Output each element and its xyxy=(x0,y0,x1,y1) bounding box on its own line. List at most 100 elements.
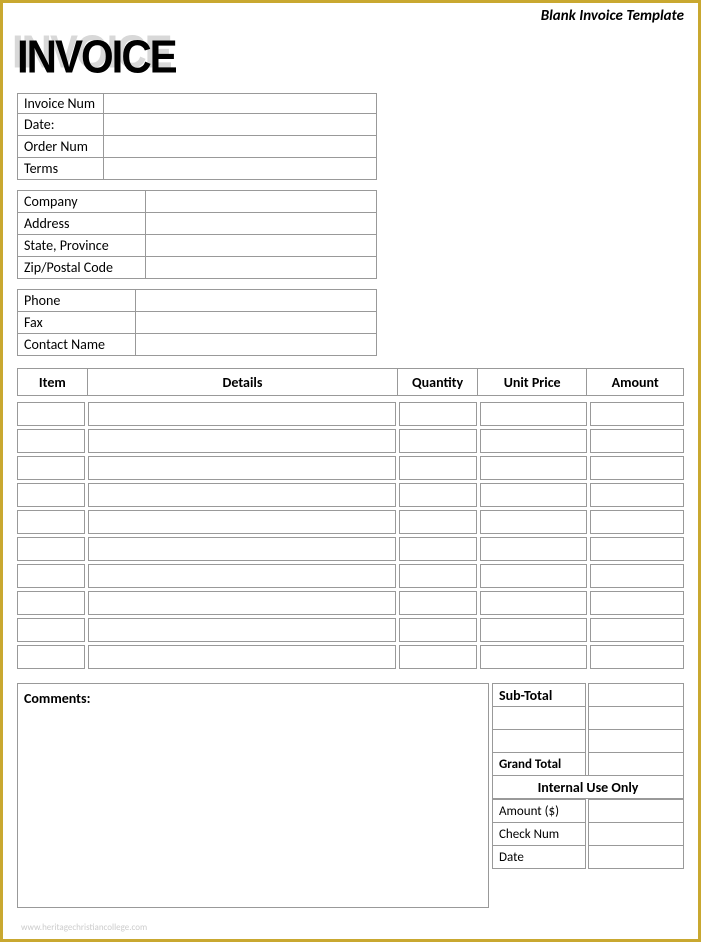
internal-check-label: Check Num xyxy=(492,822,586,846)
template-name-label: Blank Invoice Template xyxy=(541,7,684,25)
cell-unit[interactable] xyxy=(480,429,588,453)
internal-date-field[interactable] xyxy=(588,845,684,869)
cell-qty[interactable] xyxy=(399,645,477,669)
subtotal-field[interactable] xyxy=(588,683,684,707)
cell-details[interactable] xyxy=(88,564,397,588)
internal-check-field[interactable] xyxy=(588,822,684,846)
item-row xyxy=(17,510,684,534)
cell-qty[interactable] xyxy=(399,618,477,642)
cell-unit[interactable] xyxy=(480,537,588,561)
order-num-field[interactable] xyxy=(104,136,376,157)
cell-amount[interactable] xyxy=(590,591,684,615)
state-row: State, Province xyxy=(17,235,377,257)
cell-details[interactable] xyxy=(88,510,397,534)
cell-unit[interactable] xyxy=(480,510,588,534)
header-quantity: Quantity xyxy=(398,369,478,395)
cell-item[interactable] xyxy=(17,618,85,642)
cell-item[interactable] xyxy=(17,645,85,669)
cell-qty[interactable] xyxy=(399,483,477,507)
contact-block: Phone Fax Contact Name xyxy=(17,289,377,356)
cell-details[interactable] xyxy=(88,645,397,669)
cell-qty[interactable] xyxy=(399,537,477,561)
zip-row: Zip/Postal Code xyxy=(17,257,377,279)
cell-amount[interactable] xyxy=(590,456,684,480)
cell-item[interactable] xyxy=(17,429,85,453)
contact-name-field[interactable] xyxy=(136,334,376,355)
state-field[interactable] xyxy=(146,235,376,256)
cell-unit[interactable] xyxy=(480,456,588,480)
terms-field[interactable] xyxy=(104,158,376,179)
address-row: Address xyxy=(17,213,377,235)
zip-field[interactable] xyxy=(146,257,376,278)
cell-unit[interactable] xyxy=(480,645,588,669)
cell-details[interactable] xyxy=(88,429,397,453)
cell-amount[interactable] xyxy=(590,510,684,534)
company-field[interactable] xyxy=(146,191,376,212)
internal-date-label: Date xyxy=(492,845,586,869)
cell-qty[interactable] xyxy=(399,510,477,534)
blank-total-field[interactable] xyxy=(588,729,684,753)
date-label: Date: xyxy=(18,114,104,135)
cell-qty[interactable] xyxy=(399,402,477,426)
cell-details[interactable] xyxy=(88,591,397,615)
cell-qty[interactable] xyxy=(399,429,477,453)
item-row xyxy=(17,537,684,561)
date-field[interactable] xyxy=(104,114,376,135)
grand-total-label: Grand Total xyxy=(492,752,586,776)
cell-item[interactable] xyxy=(17,537,85,561)
internal-amount-field[interactable] xyxy=(588,799,684,823)
cell-item[interactable] xyxy=(17,402,85,426)
cell-details[interactable] xyxy=(88,402,397,426)
cell-amount[interactable] xyxy=(590,537,684,561)
grand-total-field[interactable] xyxy=(588,752,684,776)
date-row: Date: xyxy=(17,114,377,136)
fax-row: Fax xyxy=(17,312,377,334)
cell-item[interactable] xyxy=(17,564,85,588)
cell-qty[interactable] xyxy=(399,564,477,588)
cell-unit[interactable] xyxy=(480,483,588,507)
phone-field[interactable] xyxy=(136,290,376,311)
cell-amount[interactable] xyxy=(590,402,684,426)
blank-total-field[interactable] xyxy=(588,706,684,730)
cell-item[interactable] xyxy=(17,456,85,480)
invoice-title-block: INVOICE INVOICE xyxy=(17,33,684,81)
cell-amount[interactable] xyxy=(590,483,684,507)
header-item: Item xyxy=(18,369,88,395)
terms-row: Terms xyxy=(17,158,377,180)
cell-amount[interactable] xyxy=(590,618,684,642)
internal-date-row: Date xyxy=(492,845,684,869)
item-row xyxy=(17,591,684,615)
invoice-num-field[interactable] xyxy=(104,94,376,113)
phone-label: Phone xyxy=(18,290,136,311)
cell-unit[interactable] xyxy=(480,618,588,642)
blank-total-label[interactable] xyxy=(492,729,586,753)
comments-box[interactable]: Comments: xyxy=(17,683,489,908)
cell-details[interactable] xyxy=(88,537,397,561)
cell-details[interactable] xyxy=(88,618,397,642)
cell-amount[interactable] xyxy=(590,429,684,453)
cell-item[interactable] xyxy=(17,591,85,615)
cell-qty[interactable] xyxy=(399,456,477,480)
item-row xyxy=(17,456,684,480)
fax-label: Fax xyxy=(18,312,136,333)
cell-details[interactable] xyxy=(88,456,397,480)
company-row: Company xyxy=(17,190,377,213)
cell-amount[interactable] xyxy=(590,564,684,588)
comments-label: Comments: xyxy=(24,690,90,707)
cell-qty[interactable] xyxy=(399,591,477,615)
cell-unit[interactable] xyxy=(480,564,588,588)
contact-name-label: Contact Name xyxy=(18,334,136,355)
cell-details[interactable] xyxy=(88,483,397,507)
cell-amount[interactable] xyxy=(590,645,684,669)
fax-field[interactable] xyxy=(136,312,376,333)
phone-row: Phone xyxy=(17,289,377,312)
cell-item[interactable] xyxy=(17,510,85,534)
contact-name-row: Contact Name xyxy=(17,334,377,356)
blank-total-label[interactable] xyxy=(492,706,586,730)
cell-item[interactable] xyxy=(17,483,85,507)
item-row xyxy=(17,483,684,507)
cell-unit[interactable] xyxy=(480,402,588,426)
cell-unit[interactable] xyxy=(480,591,588,615)
totals-box: Sub-Total Grand Total Internal Use Only … xyxy=(492,683,684,908)
address-field[interactable] xyxy=(146,213,376,234)
